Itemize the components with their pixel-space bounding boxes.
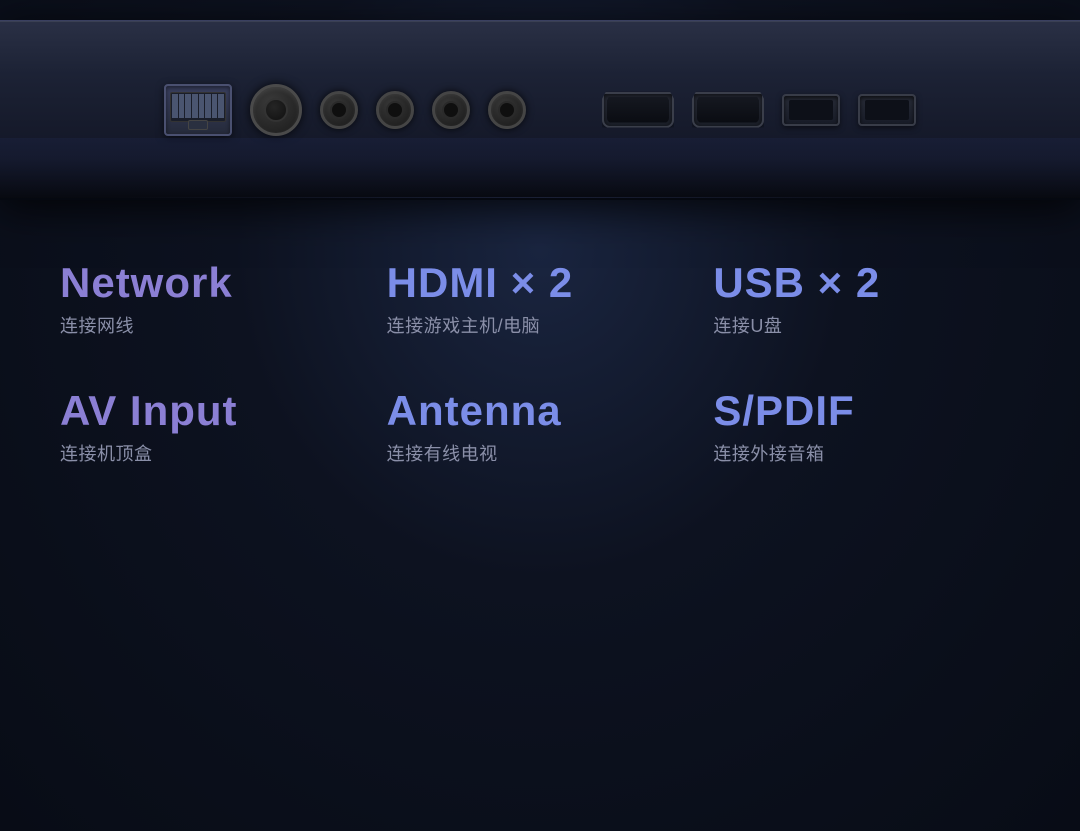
panel-section <box>0 0 1080 220</box>
port-info-hdmi: HDMI × 2 连接游戏主机/电脑 <box>387 260 694 338</box>
ethernet-latch <box>188 120 208 130</box>
hdmi-subtitle: 连接游戏主机/电脑 <box>387 312 541 338</box>
av-port-3 <box>432 91 470 129</box>
divider <box>108 197 972 198</box>
ports-row <box>104 84 976 136</box>
av-subtitle: 连接机顶盒 <box>60 440 153 466</box>
ethernet-port <box>164 84 232 136</box>
info-section: Network 连接网线 HDMI × 2 连接游戏主机/电脑 USB × 2 … <box>0 220 1080 486</box>
port-info-network: Network 连接网线 <box>60 260 367 338</box>
spdif-title: S/PDIF <box>713 388 854 434</box>
coax-port <box>250 84 302 136</box>
port-info-usb: USB × 2 连接U盘 <box>713 260 1020 338</box>
network-subtitle: 连接网线 <box>60 312 134 338</box>
usb-port-2 <box>858 94 916 126</box>
port-info-antenna: Antenna 连接有线电视 <box>387 388 694 466</box>
panel-reflection <box>0 138 1080 198</box>
av-port-2 <box>376 91 414 129</box>
antenna-subtitle: 连接有线电视 <box>387 440 498 466</box>
antenna-title: Antenna <box>387 388 562 434</box>
hdmi-title: HDMI × 2 <box>387 260 574 306</box>
usb-subtitle: 连接U盘 <box>713 312 782 338</box>
hdmi-port-1 <box>602 92 674 128</box>
back-panel <box>0 20 1080 200</box>
ethernet-grid <box>172 94 224 118</box>
av-port-1 <box>320 91 358 129</box>
port-info-spdif: S/PDIF 连接外接音箱 <box>713 388 1020 466</box>
hdmi-port-2 <box>692 92 764 128</box>
optical-port <box>488 91 526 129</box>
port-info-av: AV Input 连接机顶盒 <box>60 388 367 466</box>
av-title: AV Input <box>60 388 238 434</box>
spdif-subtitle: 连接外接音箱 <box>713 440 824 466</box>
usb-title: USB × 2 <box>713 260 880 306</box>
usb-port-1 <box>782 94 840 126</box>
network-title: Network <box>60 260 233 306</box>
